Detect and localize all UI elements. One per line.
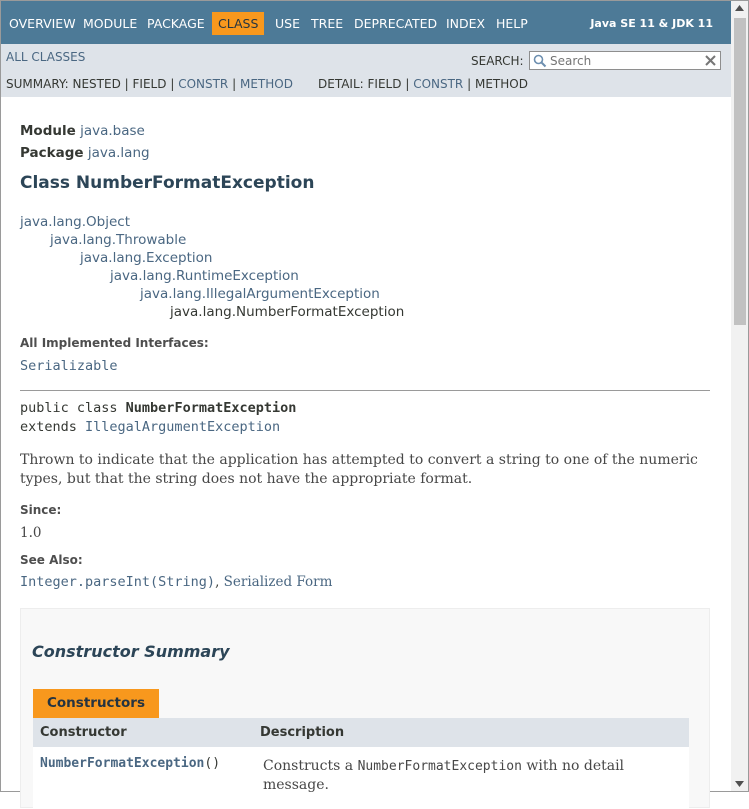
about-label: Java SE 11 & JDK 11: [590, 17, 713, 30]
nav-package[interactable]: PACKAGE: [144, 12, 208, 35]
detail-method: METHOD: [474, 77, 528, 91]
constructor-params: (): [204, 756, 221, 771]
search-input[interactable]: [550, 53, 700, 68]
package-line: Package java.lang: [20, 145, 150, 161]
package-link[interactable]: java.lang: [88, 145, 150, 161]
package-label: Package: [20, 145, 84, 161]
scrollbar-thumb[interactable]: [734, 18, 746, 325]
see-also-links: Integer.parseInt(String), Serialized For…: [20, 574, 332, 590]
vertical-scrollbar[interactable]: [731, 1, 748, 791]
since-value: 1.0: [20, 525, 42, 541]
superclass-link[interactable]: IllegalArgumentException: [85, 419, 280, 435]
separator: |: [170, 77, 175, 91]
inheritance-exception[interactable]: java.lang.Exception: [80, 250, 212, 266]
detail-field: FIELD: [367, 77, 402, 91]
scroll-down-arrow-icon[interactable]: [735, 781, 744, 787]
nav-use[interactable]: USE: [272, 12, 303, 35]
summary-field: FIELD: [132, 77, 167, 91]
constructor-summary-section: Constructor Summary Constructors Constru…: [20, 608, 710, 809]
summary-constr-link[interactable]: CONSTR: [178, 77, 228, 91]
constructor-summary-heading: Constructor Summary: [32, 642, 230, 661]
table-row: NumberFormatException() Constructs a Num…: [33, 747, 689, 809]
all-classes-link[interactable]: ALL CLASSES: [6, 50, 85, 64]
nav-module[interactable]: MODULE: [80, 12, 140, 35]
inheritance-illegalargumentexception[interactable]: java.lang.IllegalArgumentException: [140, 286, 380, 302]
separator: |: [124, 77, 129, 91]
col-description: Description: [260, 725, 345, 740]
nav-class[interactable]: CLASS: [212, 12, 265, 35]
scroll-up-arrow-icon[interactable]: [735, 5, 744, 11]
nav-overview[interactable]: OVERVIEW: [6, 12, 79, 35]
class-signature: public class NumberFormatException exten…: [20, 399, 296, 437]
constructor-link[interactable]: NumberFormatException: [40, 756, 204, 771]
nav-tree[interactable]: TREE: [308, 12, 346, 35]
inheritance-runtimeexception[interactable]: java.lang.RuntimeException: [110, 268, 299, 284]
signature-extends: extends: [20, 419, 86, 435]
interfaces-label: All Implemented Interfaces:: [20, 336, 209, 350]
sub-nav-bar: ALL CLASSES SEARCH: SUMMARY: NESTED | FI…: [1, 44, 731, 97]
see-also-separator: ,: [215, 574, 224, 590]
constructor-name: NumberFormatException: [40, 756, 205, 771]
reset-search-icon[interactable]: [703, 53, 718, 68]
module-label: Module: [20, 123, 76, 139]
signature-name: NumberFormatException: [125, 400, 297, 416]
see-also-label: See Also:: [20, 553, 83, 567]
detail-constr-link[interactable]: CONSTR: [413, 77, 463, 91]
detail-nav: DETAIL: FIELD | CONSTR | METHOD: [318, 77, 528, 91]
detail-label: DETAIL:: [318, 77, 364, 91]
module-line: Module java.base: [20, 123, 145, 139]
parseint-link[interactable]: Integer.parseInt(String): [20, 574, 215, 590]
constructors-caption: Constructors: [33, 689, 159, 718]
summary-label: SUMMARY:: [6, 77, 69, 91]
class-description: Thrown to indicate that the application …: [20, 452, 698, 487]
summary-nested: NESTED: [72, 77, 121, 91]
constructor-cell: NumberFormatException(): [40, 756, 220, 771]
module-link[interactable]: java.base: [80, 123, 145, 139]
constructor-description: Constructs a NumberFormatException with …: [263, 757, 673, 794]
nav-deprecated[interactable]: DEPRECATED: [351, 12, 440, 35]
table-header: Constructor Description: [33, 718, 689, 747]
separator: |: [467, 77, 472, 91]
inheritance-object[interactable]: java.lang.Object: [20, 214, 130, 230]
divider: [20, 390, 710, 391]
col-constructor: Constructor: [40, 725, 127, 740]
desc-code: NumberFormatException: [357, 759, 522, 774]
top-nav-bar: OVERVIEW MODULE PACKAGE CLASS USE TREE D…: [1, 1, 731, 44]
separator: |: [405, 77, 410, 91]
search-label: SEARCH:: [471, 54, 524, 68]
summary-method-link[interactable]: METHOD: [240, 77, 293, 91]
summary-nav: SUMMARY: NESTED | FIELD | CONSTR | METHO…: [6, 77, 293, 91]
search-icon: [533, 54, 547, 68]
serialized-form-link[interactable]: Serialized Form: [224, 574, 333, 590]
nav-index[interactable]: INDEX: [443, 12, 488, 35]
nav-help[interactable]: HELP: [493, 12, 531, 35]
signature-modifiers: public class: [20, 400, 126, 416]
serializable-link[interactable]: Serializable: [20, 358, 118, 374]
inheritance-current-class: java.lang.NumberFormatException: [170, 304, 405, 320]
inheritance-throwable[interactable]: java.lang.Throwable: [50, 232, 186, 248]
separator: |: [232, 77, 237, 91]
page-title: Class NumberFormatException: [20, 173, 315, 193]
since-label: Since:: [20, 503, 62, 517]
search-box: [529, 51, 721, 70]
desc-pre: Constructs a: [263, 758, 358, 774]
